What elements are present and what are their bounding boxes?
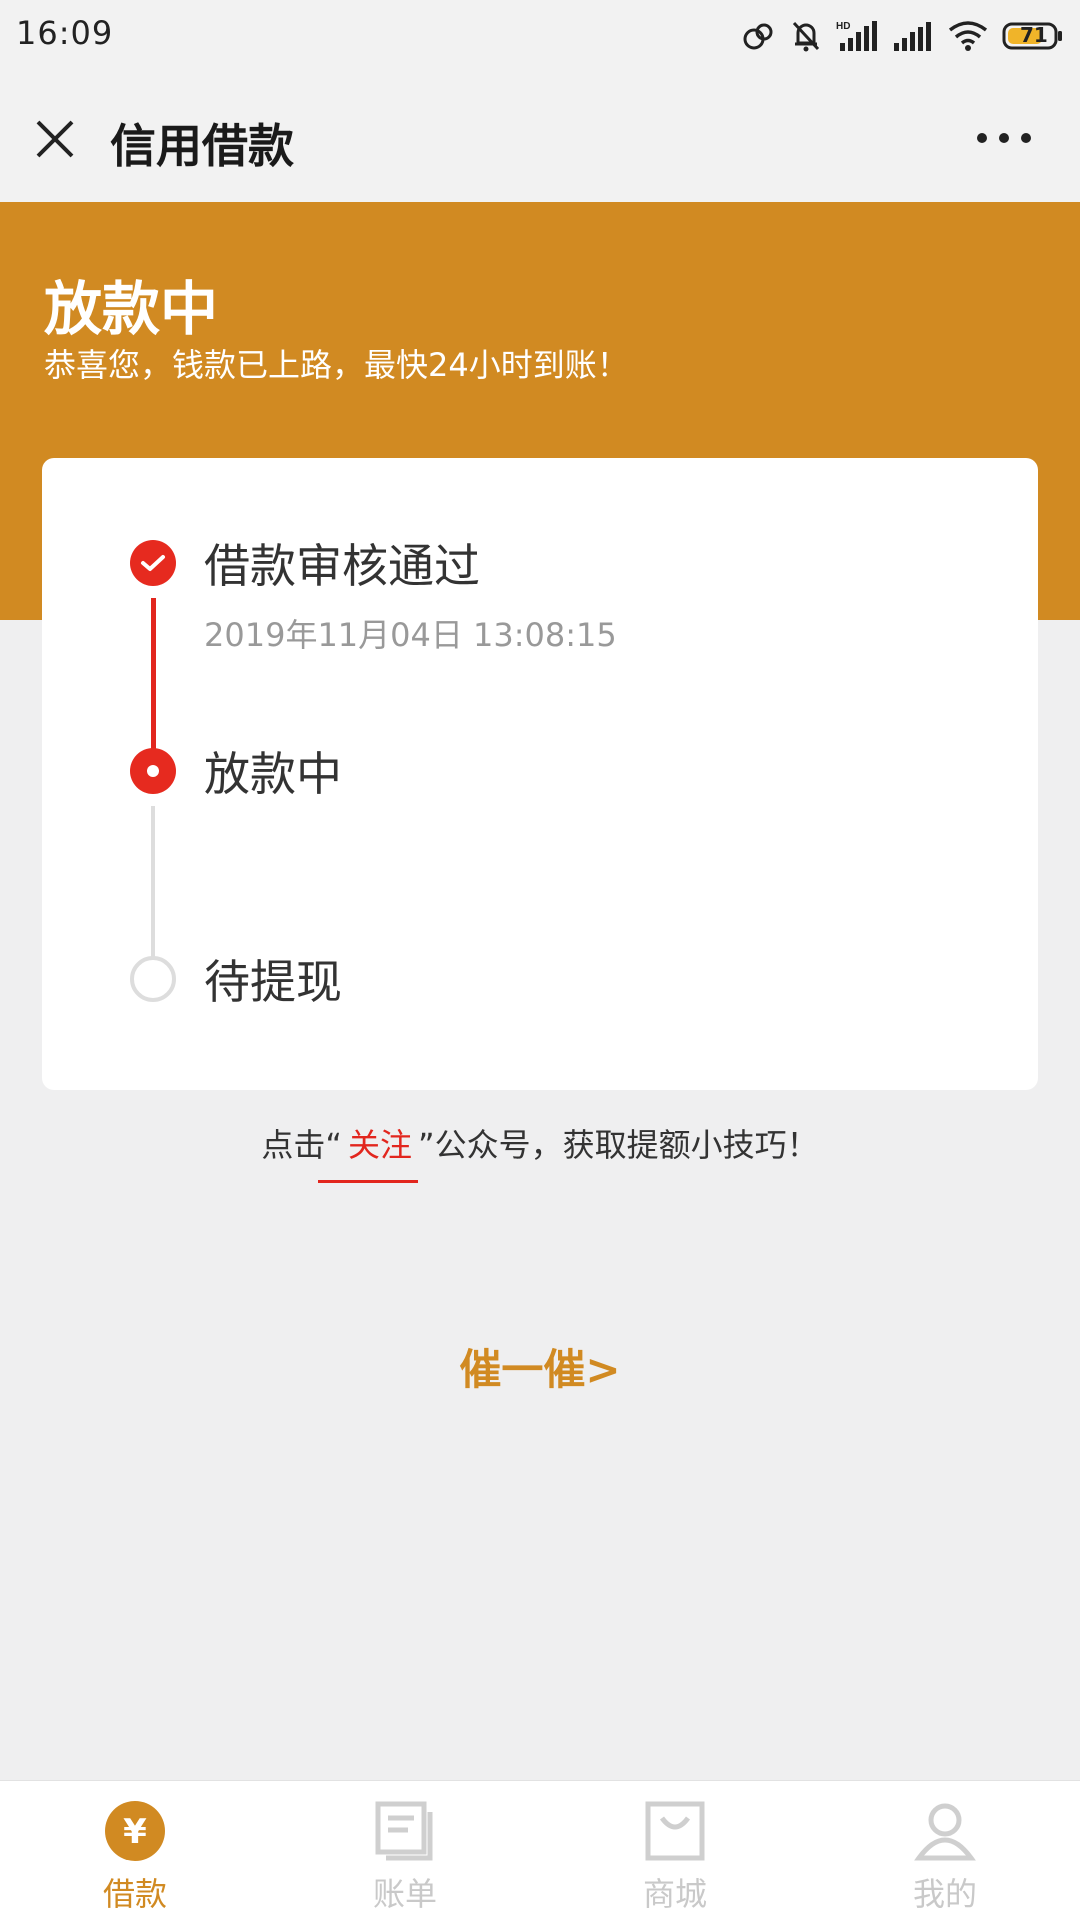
banner-subtitle: 恭喜您，钱款已上路，最快24小时到账！ [44,346,629,384]
status-bar: 16:09 HD 71 [0,0,1080,72]
bell-muted-icon [790,19,822,53]
close-icon [36,120,74,158]
bill-icon [373,1799,437,1863]
follow-underline [318,1180,418,1183]
nav-label-me: 我的 [912,1875,977,1913]
status-icons: HD 71 [742,14,1064,58]
signal-icon [894,21,934,51]
current-step-icon [130,748,176,794]
yen-icon: ¥ [103,1799,167,1863]
page-title: 信用借款 [110,119,294,173]
timeline-line-pending [151,806,155,958]
urge-button[interactable]: 催一催> [0,1336,1080,1397]
hd-signal-icon: HD [836,19,880,53]
step-label-approved: 借款审核通过 [204,539,480,593]
header: 信用借款 [0,72,1080,202]
follow-prefix: 点击“ [261,1126,342,1164]
nav-label-loan: 借款 [102,1875,167,1913]
battery-icon: 71 [1002,21,1064,51]
svg-text:HD: HD [836,21,850,32]
more-button[interactable] [964,118,1044,158]
follow-suffix: ”公众号，获取提额小技巧！ [418,1126,819,1164]
banner-title: 放款中 [44,275,219,343]
nav-item-bill[interactable]: 账单 [270,1781,540,1921]
battery-level: 71 [1020,23,1048,47]
step-time-approved: 2019年11月04日 13:08:15 [204,616,617,654]
svg-text:¥: ¥ [123,1812,147,1852]
step-label-disbursing: 放款中 [204,747,342,801]
nav-label-bill: 账单 [372,1875,437,1913]
progress-card: 借款审核通过 2019年11月04日 13:08:15 放款中 待提现 [42,458,1038,1090]
more-icon [977,133,1031,143]
follow-tip: 点击“ 关注 ”公众号，获取提额小技巧！ [0,1120,1080,1166]
user-icon [913,1799,977,1863]
step-label-withdraw: 待提现 [204,955,342,1009]
bottom-nav: ¥ 借款 账单 商城 我的 [0,1780,1080,1921]
nav-label-shop: 商城 [642,1875,707,1913]
nav-item-loan[interactable]: ¥ 借款 [0,1781,270,1921]
shop-bag-icon [643,1799,707,1863]
nav-item-me[interactable]: 我的 [810,1781,1080,1921]
status-time: 16:09 [16,14,114,52]
nav-item-shop[interactable]: 商城 [540,1781,810,1921]
follow-link[interactable]: 关注 [342,1120,418,1166]
check-icon [130,540,176,586]
pending-step-icon [130,956,176,1002]
wifi-icon [948,20,988,52]
close-button[interactable] [28,112,82,166]
link-icon [742,21,776,51]
